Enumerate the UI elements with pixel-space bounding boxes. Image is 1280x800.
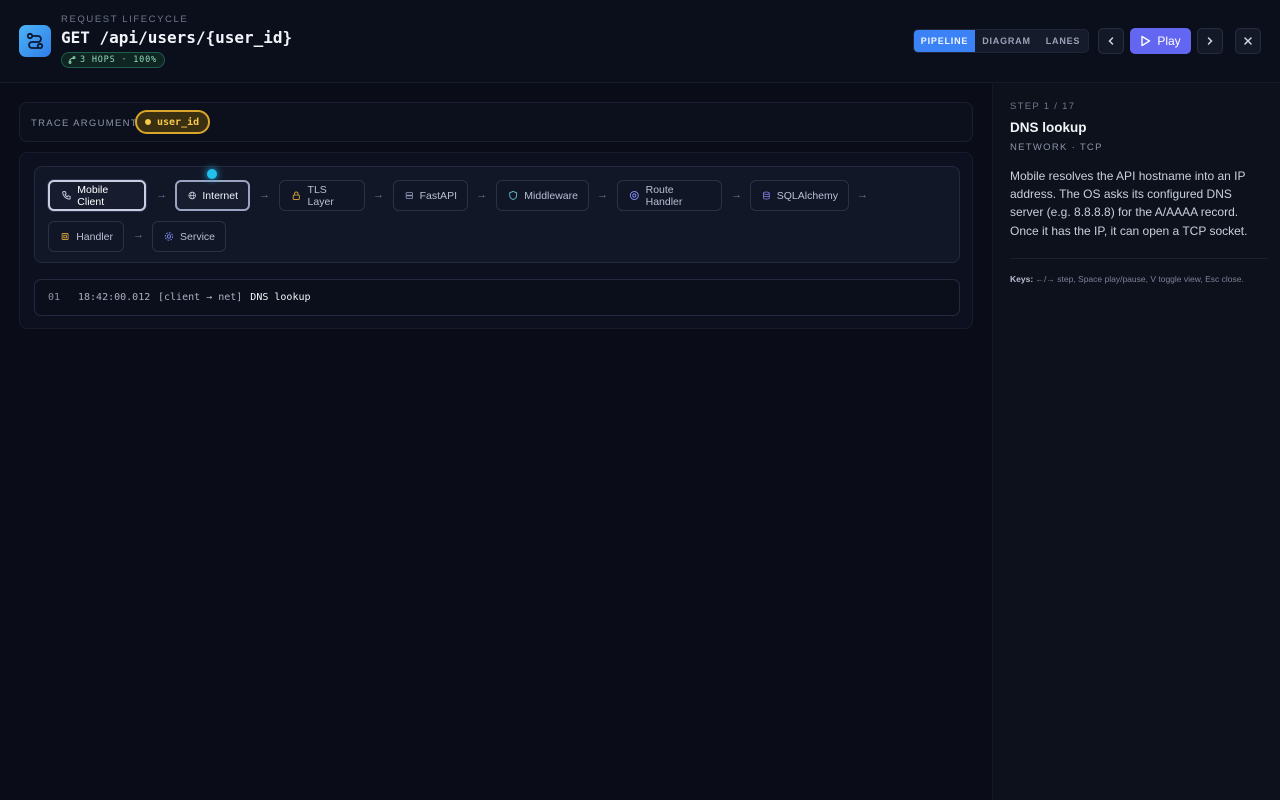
pipeline-section: Mobile Client → Internet → TLS Layer → F… [19, 152, 973, 329]
server-icon [405, 192, 413, 199]
prev-step-button[interactable] [1098, 28, 1124, 54]
step-detail-panel: STEP 1 / 17 DNS lookup NETWORK · TCP Mob… [992, 83, 1280, 800]
keys-text: ←/→ step, Space play/pause, V toggle vie… [1033, 274, 1244, 284]
log-entry: 01 18:42:00.012 [client → net] DNS looku… [34, 279, 960, 316]
node-route-handler[interactable]: Route Handler [617, 180, 722, 211]
step-title: DNS lookup [1010, 120, 1087, 135]
trace-argument-pill[interactable]: user_id [135, 110, 211, 134]
node-mobile-client[interactable]: Mobile Client [48, 180, 146, 211]
lock-icon [292, 191, 300, 200]
chip-icon [61, 233, 69, 240]
hops-badge-label: 3 HOPS · 100% [80, 55, 157, 65]
packet-pulse-indicator [207, 169, 217, 179]
keys-label: Keys: [1010, 274, 1034, 284]
page-eyebrow: REQUEST LIFECYCLE [61, 14, 189, 25]
arrow-right-icon: → [156, 189, 167, 201]
close-button[interactable] [1235, 28, 1261, 54]
node-label: Handler [76, 230, 113, 243]
log-timestamp: 18:42:00.012 [78, 292, 151, 303]
log-message: DNS lookup [250, 292, 311, 303]
arrow-right-icon: → [373, 189, 384, 201]
keyboard-hints: Keys: ←/→ step, Space play/pause, V togg… [1010, 274, 1244, 284]
node-fastapi[interactable]: FastAPI [393, 180, 468, 211]
play-icon [1141, 35, 1151, 47]
view-switch: PIPELINE DIAGRAM LANES [913, 29, 1089, 53]
shield-icon [509, 190, 518, 201]
tab-lanes[interactable]: LANES [1038, 30, 1088, 52]
log-number: 01 [48, 292, 61, 303]
node-label: SQLAlchemy [776, 189, 838, 202]
arrow-right-icon: → [857, 189, 868, 201]
node-internet[interactable]: Internet [175, 180, 250, 211]
tab-diagram[interactable]: DIAGRAM [975, 30, 1038, 52]
node-label: Internet [202, 189, 238, 202]
arrow-right-icon: → [476, 189, 487, 201]
node-label: Mobile Client [77, 183, 109, 208]
node-label: Route Handler [645, 183, 683, 208]
arrow-right-icon: → [731, 189, 742, 201]
play-button-label: Play [1157, 34, 1181, 48]
play-button[interactable]: Play [1130, 28, 1191, 54]
divider [1010, 258, 1268, 259]
tab-pipeline[interactable]: PIPELINE [914, 30, 975, 52]
node-tls-layer[interactable]: TLS Layer [279, 180, 365, 211]
hops-badge: 3 HOPS · 100% [61, 52, 165, 68]
trace-argument-value: user_id [157, 116, 200, 128]
arrow-right-icon: → [597, 189, 608, 201]
argument-dot-icon [145, 119, 151, 125]
header: REQUEST LIFECYCLE GET /api/users/{user_i… [0, 0, 1280, 83]
node-label: Middleware [524, 189, 578, 202]
page-title: GET /api/users/{user_id} [61, 28, 293, 47]
step-description: Mobile resolves the API hostname into an… [1010, 169, 1248, 238]
trace-argument-label: TRACE ARGUMENT: [31, 118, 141, 129]
arrow-right-icon: → [133, 229, 144, 241]
log-tag: [client → net] [158, 292, 243, 303]
pipeline-flow: Mobile Client → Internet → TLS Layer → F… [34, 166, 960, 263]
database-icon [763, 191, 770, 200]
close-icon [1244, 37, 1252, 45]
step-counter: STEP 1 / 17 [1010, 101, 1076, 112]
trace-argument-bar: TRACE ARGUMENT: user_id [19, 102, 973, 142]
node-label: TLS Layer [307, 183, 334, 208]
arrow-right-icon: → [259, 189, 270, 201]
node-label: FastAPI [419, 189, 457, 202]
next-step-button[interactable] [1197, 28, 1223, 54]
step-subtitle: NETWORK · TCP [1010, 142, 1103, 153]
chevron-right-icon [1207, 37, 1213, 45]
branch-icon [68, 56, 76, 64]
node-sqlalchemy[interactable]: SQLAlchemy [750, 180, 849, 211]
chevron-left-icon [1108, 37, 1114, 45]
gear-icon [164, 232, 174, 241]
node-handler[interactable]: Handler [48, 221, 124, 252]
globe-icon [188, 191, 196, 200]
route-icon [629, 191, 639, 200]
phone-icon [62, 191, 71, 200]
node-middleware[interactable]: Middleware [496, 180, 589, 211]
node-label: Service [179, 230, 215, 243]
route-app-icon [19, 25, 51, 57]
node-service[interactable]: Service [152, 221, 226, 252]
